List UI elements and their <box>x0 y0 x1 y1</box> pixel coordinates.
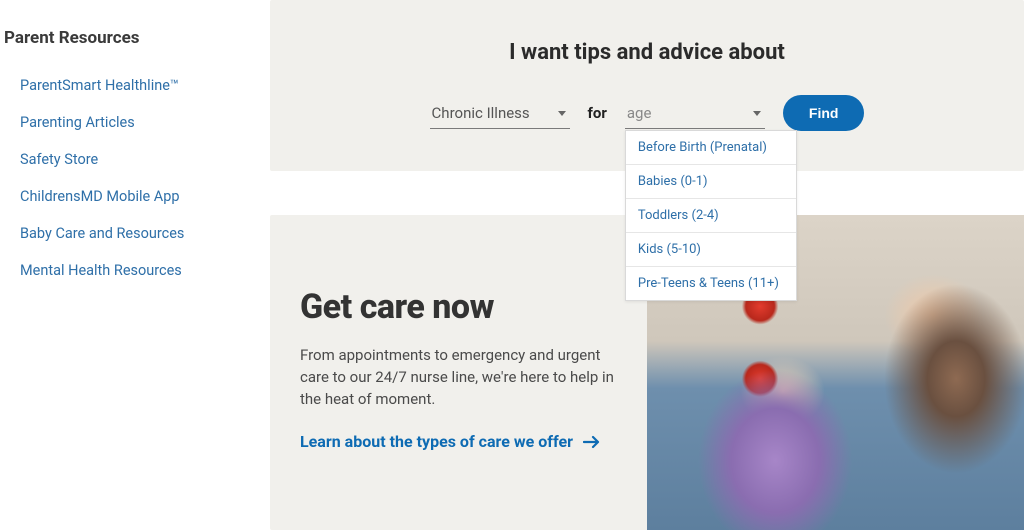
tips-heading: I want tips and advice about <box>300 40 994 65</box>
sidebar: Parent Resources ParentSmart Healthline™… <box>0 0 270 506</box>
age-option-teens[interactable]: Pre-Teens & Teens (11+) <box>626 267 796 300</box>
age-select-placeholder: age <box>627 104 652 122</box>
age-dropdown-menu: Before Birth (Prenatal) Babies (0-1) Tod… <box>625 130 797 301</box>
sidebar-link-mental-health[interactable]: Mental Health Resources <box>20 262 182 279</box>
age-option-kids[interactable]: Kids (5-10) <box>626 233 796 267</box>
sidebar-item[interactable]: ParentSmart Healthline™ <box>4 66 270 103</box>
arrow-right-icon <box>583 435 601 449</box>
care-body: From appointments to emergency and urgen… <box>300 345 617 410</box>
age-option-babies[interactable]: Babies (0-1) <box>626 165 796 199</box>
sidebar-link-articles[interactable]: Parenting Articles <box>20 114 135 131</box>
for-label: for <box>588 104 607 122</box>
topic-select-value: Chronic Illness <box>432 104 530 122</box>
sidebar-item[interactable]: Mental Health Resources <box>4 251 270 288</box>
sidebar-item[interactable]: Safety Store <box>4 140 270 177</box>
care-text-column: Get care now From appointments to emerge… <box>270 215 647 530</box>
sidebar-list: ParentSmart Healthline™ Parenting Articl… <box>4 66 270 288</box>
tips-panel: I want tips and advice about Chronic Ill… <box>270 0 1024 171</box>
care-link-text: Learn about the types of care we offer <box>300 432 573 451</box>
age-select[interactable]: age <box>625 98 765 129</box>
sidebar-item[interactable]: Parenting Articles <box>4 103 270 140</box>
find-button[interactable]: Find <box>783 95 865 131</box>
sidebar-link-baby-care[interactable]: Baby Care and Resources <box>20 225 184 242</box>
sidebar-item[interactable]: Baby Care and Resources <box>4 214 270 251</box>
care-title: Get care now <box>300 287 617 327</box>
care-link[interactable]: Learn about the types of care we offer <box>300 432 601 451</box>
sidebar-link-safety-store[interactable]: Safety Store <box>20 151 98 168</box>
tips-form: Chronic Illness for age Before Birth (Pr… <box>430 95 865 131</box>
sidebar-link-mobile-app[interactable]: ChildrensMD Mobile App <box>20 188 180 205</box>
age-option-toddlers[interactable]: Toddlers (2-4) <box>626 199 796 233</box>
chevron-down-icon <box>558 111 566 116</box>
main-content: I want tips and advice about Chronic Ill… <box>270 0 1024 506</box>
sidebar-item[interactable]: ChildrensMD Mobile App <box>4 177 270 214</box>
topic-select[interactable]: Chronic Illness <box>430 98 570 129</box>
sidebar-link-healthline[interactable]: ParentSmart Healthline™ <box>20 77 179 94</box>
age-option-prenatal[interactable]: Before Birth (Prenatal) <box>626 131 796 165</box>
sidebar-heading: Parent Resources <box>4 28 270 48</box>
chevron-down-icon <box>753 111 761 116</box>
